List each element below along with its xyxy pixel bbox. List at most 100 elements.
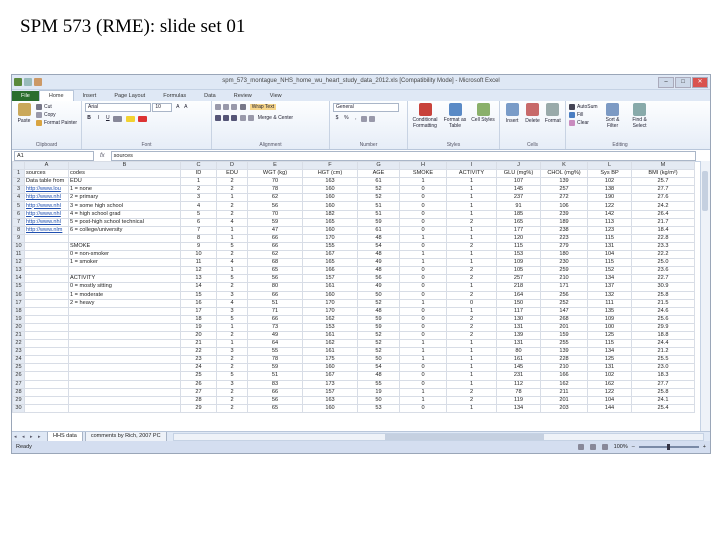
copy-button[interactable]: Copy bbox=[36, 111, 77, 119]
cell[interactable]: 1 = moderate bbox=[68, 290, 181, 300]
cell[interactable]: 166 bbox=[540, 371, 588, 381]
column-header[interactable]: E bbox=[247, 161, 303, 171]
tab-formulas[interactable]: Formulas bbox=[154, 91, 195, 101]
cell[interactable] bbox=[24, 322, 69, 332]
row-header[interactable]: 2 bbox=[12, 177, 25, 187]
cell[interactable]: 2 bbox=[180, 185, 217, 195]
zoom-slider[interactable] bbox=[638, 444, 699, 450]
insert-cells-button[interactable]: Insert bbox=[503, 103, 521, 147]
cell[interactable]: 1 bbox=[216, 225, 248, 235]
cell[interactable]: 131 bbox=[587, 363, 632, 373]
minimize-button[interactable]: – bbox=[658, 77, 674, 88]
cell[interactable]: 1 bbox=[446, 193, 497, 203]
cell[interactable]: 160 bbox=[302, 290, 358, 300]
cell[interactable]: 19 bbox=[180, 322, 217, 332]
cell[interactable]: 138 bbox=[587, 185, 632, 195]
cell[interactable]: 1 bbox=[446, 347, 497, 357]
wrap-text-button[interactable]: Wrap Text bbox=[249, 104, 277, 110]
row-header[interactable]: 9 bbox=[12, 233, 25, 243]
cell[interactable]: 9 bbox=[180, 241, 217, 252]
row-header[interactable]: 4 bbox=[12, 193, 25, 203]
cell[interactable]: 160 bbox=[302, 201, 358, 211]
cell[interactable]: 279 bbox=[540, 241, 588, 252]
cell[interactable]: 68 bbox=[247, 258, 303, 268]
cell[interactable]: 104 bbox=[587, 250, 632, 260]
cell[interactable] bbox=[68, 403, 181, 413]
cell[interactable] bbox=[24, 282, 69, 292]
cell[interactable]: 0 bbox=[399, 403, 447, 413]
cell[interactable]: 24.6 bbox=[631, 306, 695, 316]
find-select-button[interactable]: Find & Select bbox=[628, 103, 652, 147]
row-header[interactable]: 27 bbox=[12, 379, 25, 389]
cell[interactable]: 48 bbox=[357, 371, 400, 381]
cell[interactable]: 23.3 bbox=[631, 241, 695, 252]
cell[interactable]: 268 bbox=[540, 314, 588, 324]
select-all-corner[interactable] bbox=[12, 161, 25, 171]
cell[interactable]: 1 bbox=[446, 371, 497, 381]
cell[interactable]: 104 bbox=[587, 395, 632, 405]
cell[interactable] bbox=[24, 274, 69, 284]
column-header[interactable]: I bbox=[446, 161, 497, 171]
cell[interactable]: 27.7 bbox=[631, 185, 695, 195]
cell[interactable]: 257 bbox=[496, 274, 541, 284]
cell[interactable]: 144 bbox=[587, 403, 632, 413]
cell[interactable]: 24.2 bbox=[631, 201, 695, 211]
cell[interactable]: 134 bbox=[587, 274, 632, 284]
cell[interactable] bbox=[68, 395, 181, 405]
cell[interactable]: 165 bbox=[302, 258, 358, 268]
vertical-scroll-thumb[interactable] bbox=[702, 171, 708, 211]
cell[interactable]: 28 bbox=[180, 395, 217, 405]
horizontal-scrollbar[interactable] bbox=[172, 433, 704, 441]
cell[interactable]: 2 bbox=[446, 274, 497, 284]
cell[interactable]: 1 bbox=[446, 282, 497, 292]
cell[interactable]: 163 bbox=[302, 177, 358, 187]
row-header[interactable]: 6 bbox=[12, 209, 25, 219]
cell[interactable]: 1 bbox=[216, 193, 248, 203]
cell[interactable]: 21 bbox=[180, 339, 217, 349]
row-header[interactable]: 28 bbox=[12, 387, 25, 397]
tab-page-layout[interactable]: Page Layout bbox=[105, 91, 154, 101]
cell[interactable]: 80 bbox=[247, 282, 303, 292]
align-right-icon[interactable] bbox=[231, 114, 237, 121]
cell[interactable]: 185 bbox=[496, 209, 541, 219]
cell[interactable]: 59 bbox=[247, 363, 303, 373]
page-layout-view-icon[interactable] bbox=[589, 444, 596, 450]
cell[interactable]: 21.7 bbox=[631, 217, 695, 227]
cell[interactable]: 5 bbox=[216, 371, 248, 381]
format-as-table-button[interactable]: Format as Table bbox=[442, 103, 468, 147]
tab-file[interactable]: File bbox=[12, 91, 39, 101]
cell[interactable]: 2 bbox=[446, 395, 497, 405]
cell[interactable]: 1 bbox=[399, 298, 447, 308]
cell[interactable]: 0 bbox=[399, 241, 447, 252]
row-header[interactable]: 12 bbox=[12, 258, 25, 268]
cell[interactable]: 11 bbox=[180, 258, 217, 268]
cell[interactable]: 14 bbox=[180, 282, 217, 292]
cell[interactable] bbox=[68, 314, 181, 324]
cell[interactable]: 2 bbox=[446, 330, 497, 341]
last-sheet-icon[interactable]: ▸ bbox=[38, 434, 45, 440]
cell[interactable]: 66 bbox=[247, 241, 303, 252]
cell[interactable]: 0 bbox=[399, 371, 447, 381]
font-color-icon[interactable] bbox=[137, 115, 147, 122]
cell[interactable]: HGT (cm) bbox=[302, 169, 358, 179]
cell[interactable]: 122 bbox=[587, 387, 632, 397]
cell[interactable]: 119 bbox=[496, 395, 541, 405]
borders-icon[interactable] bbox=[113, 115, 123, 122]
cell[interactable] bbox=[24, 339, 69, 349]
cell[interactable] bbox=[24, 241, 69, 252]
cell[interactable]: SMOKE bbox=[399, 169, 447, 179]
cell[interactable]: 1 bbox=[446, 250, 497, 260]
close-button[interactable]: ✕ bbox=[692, 77, 708, 88]
cell[interactable]: 153 bbox=[302, 322, 358, 332]
cell[interactable]: 142 bbox=[587, 209, 632, 219]
cell[interactable]: 122 bbox=[587, 201, 632, 211]
cell[interactable]: 0 bbox=[446, 298, 497, 308]
cell[interactable]: 54 bbox=[357, 363, 400, 373]
column-header[interactable]: K bbox=[540, 161, 588, 171]
cell[interactable]: 100 bbox=[587, 322, 632, 332]
cell[interactable]: 66 bbox=[247, 233, 303, 243]
cell-styles-button[interactable]: Cell Styles bbox=[471, 103, 495, 147]
cell[interactable]: 56 bbox=[357, 274, 400, 284]
cell[interactable]: 164 bbox=[496, 290, 541, 300]
cell[interactable]: 107 bbox=[496, 177, 541, 187]
